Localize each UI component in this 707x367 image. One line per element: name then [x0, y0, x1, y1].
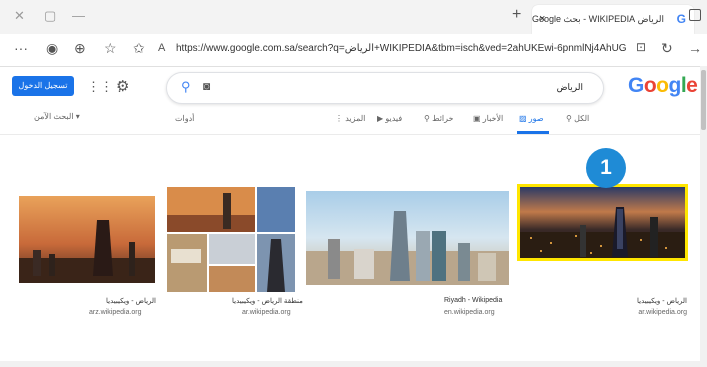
result-caption-1[interactable]: الرياض - ويكيبيديا — [637, 297, 687, 305]
tab-actions-icon[interactable] — [689, 9, 701, 21]
reload-icon[interactable]: ↻ — [661, 40, 673, 57]
result-caption-2[interactable]: Riyadh - Wikipedia — [444, 297, 502, 304]
favorites-icon[interactable]: ☆ — [104, 40, 117, 57]
tab-maps[interactable]: ⚲ خرائط — [424, 114, 454, 123]
result-image-3[interactable] — [167, 187, 295, 292]
google-favicon-icon: G — [676, 12, 686, 26]
logo-letter: G — [628, 74, 644, 97]
tab-videos[interactable]: ▶ فيديو — [377, 114, 402, 123]
tools-button[interactable]: أدوات — [175, 114, 194, 123]
window-maximize-icon[interactable]: ▢ — [44, 8, 56, 24]
collections-icon[interactable]: ⊕ — [74, 40, 86, 57]
google-logo[interactable]: Google — [628, 74, 698, 98]
result-image-4[interactable] — [19, 196, 155, 283]
search-input[interactable]: ⚲ ◙ الرياض — [166, 72, 604, 104]
tab-more[interactable]: ⋮ المزيد — [335, 114, 365, 123]
horizontal-scrollbar[interactable] — [0, 361, 700, 367]
result-domain-3: ar.wikipedia.org — [242, 309, 291, 316]
gear-icon[interactable]: ⚙ — [116, 77, 129, 95]
result-domain-1: ar.wikipedia.org — [638, 309, 687, 316]
add-favorite-icon[interactable]: ✩ — [133, 40, 145, 57]
tab-images[interactable]: ▨ صور — [519, 114, 544, 123]
address-bar[interactable]: https://www.google.com.sa/search?q=الريا… — [176, 39, 626, 59]
logo-letter: o — [656, 74, 669, 97]
result-image-2[interactable] — [306, 191, 509, 285]
riyadh-sunset-image — [19, 196, 155, 283]
tab-news[interactable]: ▣ الأخبار — [473, 114, 503, 123]
browser-tab[interactable]: × الرياض WIKIPEDIA - بحث Google G — [532, 5, 694, 34]
search-query[interactable]: الرياض — [557, 82, 583, 93]
header-divider — [0, 134, 707, 135]
result-caption-3[interactable]: منطقة الرياض - ويكيبيديا — [232, 297, 303, 305]
forward-icon[interactable]: → — [688, 40, 702, 56]
window-minimize-icon[interactable]: — — [72, 8, 85, 23]
highlight-box — [517, 184, 688, 261]
more-menu-icon[interactable]: ··· — [14, 40, 28, 56]
result-domain-2: en.wikipedia.org — [444, 309, 495, 316]
vertical-scroll-thumb[interactable] — [701, 70, 706, 130]
read-aloud-icon[interactable]: A — [158, 42, 165, 54]
camera-icon[interactable]: ◙ — [203, 79, 210, 93]
riyadh-collage-image — [167, 187, 295, 292]
profile-icon[interactable]: ◉ — [46, 40, 58, 57]
tab-all[interactable]: ⚲ الكل — [566, 114, 589, 123]
logo-letter: g — [668, 74, 682, 97]
result-domain-4: arz.wikipedia.org — [89, 309, 142, 316]
result-caption-4[interactable]: الرياض - ويكيبيديا — [106, 297, 156, 305]
tab-title: الرياض WIKIPEDIA - بحث Google — [531, 14, 664, 24]
logo-letter: e — [686, 74, 698, 97]
lock-icon[interactable]: ⊡ — [636, 40, 646, 54]
riyadh-skyline-image — [306, 191, 509, 285]
new-tab-button[interactable]: + — [512, 6, 521, 24]
search-icon[interactable]: ⚲ — [181, 79, 191, 95]
logo-letter: o — [643, 74, 657, 97]
signin-button[interactable]: تسجيل الدخول — [12, 76, 74, 96]
window-close-icon[interactable]: ✕ — [14, 8, 25, 24]
safesearch-dropdown[interactable]: البحث الآمن ▾ — [34, 112, 80, 121]
step-badge: 1 — [586, 148, 626, 188]
